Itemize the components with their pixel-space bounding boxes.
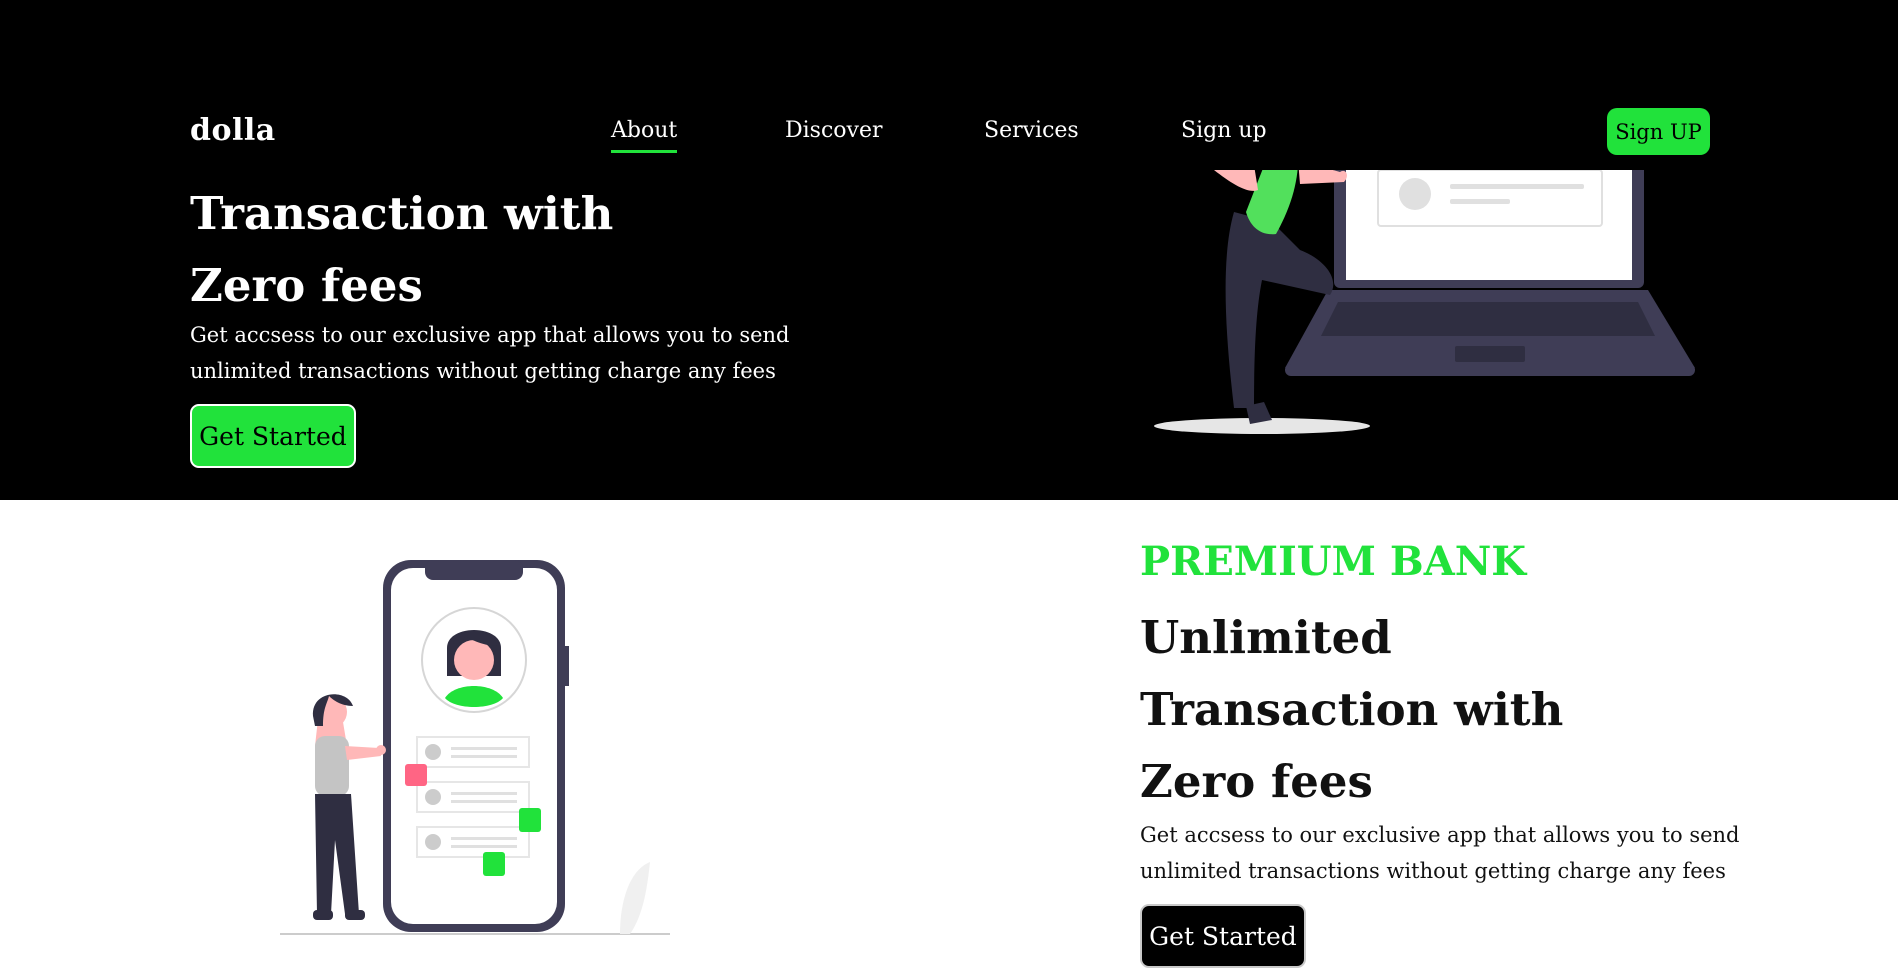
nav-link-discover[interactable]: Discover [785,118,883,143]
section-title-line: Zero fees [1140,755,1373,808]
nav-link-services[interactable]: Services [984,118,1079,143]
hero-title: Transaction with Zero fees [190,178,613,322]
person-with-laptop-illustration [1154,140,1695,434]
nav-link-about[interactable]: About [611,118,678,153]
hero-title-line: Transaction with [190,187,614,240]
navbar: dolla About Discover Services Sign up Si… [0,0,1898,170]
section-title: Unlimited Transaction with Zero fees [1140,602,1563,818]
nav-link-sign-up[interactable]: Sign up [1181,118,1267,143]
section-description-line: unlimited transactions without getting c… [1140,859,1726,883]
logo[interactable]: dolla [190,113,276,148]
section-eyebrow: PREMIUM BANK [1140,538,1527,585]
hero-get-started-button[interactable]: Get Started [190,404,356,468]
hero-section: dolla About Discover Services Sign up Si… [0,0,1898,500]
section-title-line: Transaction with [1140,683,1564,736]
hero-description-line: unlimited transactions without getting c… [190,359,776,383]
section-description: Get accsess to our exclusive app that al… [1140,817,1740,889]
section-description-line: Get accsess to our exclusive app that al… [1140,823,1740,847]
section-get-started-button[interactable]: Get Started [1140,904,1306,968]
hero-description: Get accsess to our exclusive app that al… [190,317,790,389]
section-title-line: Unlimited [1140,611,1392,664]
sign-up-button[interactable]: Sign UP [1607,108,1710,155]
hero-description-line: Get accsess to our exclusive app that al… [190,323,790,347]
hero-title-line: Zero fees [190,259,423,312]
person-with-phone-illustration [280,560,670,935]
